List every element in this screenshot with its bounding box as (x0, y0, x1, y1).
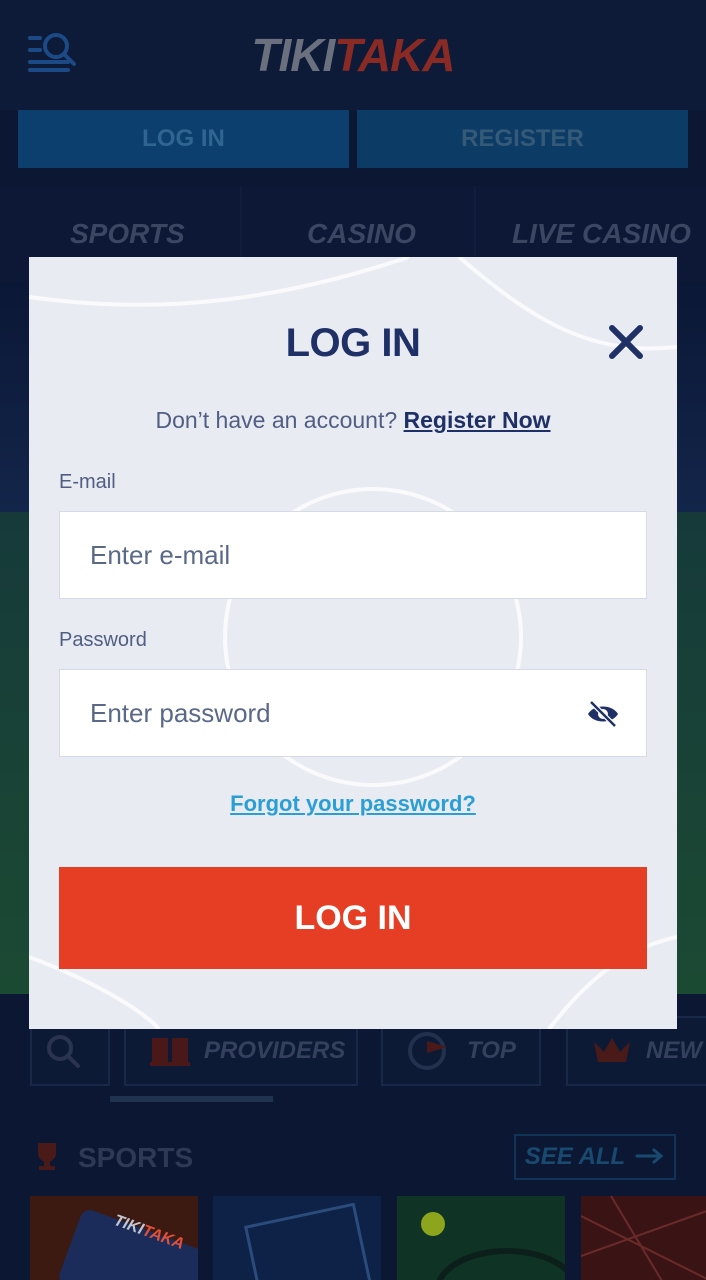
password-field-container (59, 669, 647, 757)
close-icon (609, 325, 643, 359)
email-label: E-mail (59, 471, 116, 493)
password-label: Password (59, 629, 147, 651)
forgot-password-link[interactable]: Forgot your password? (230, 791, 476, 816)
forgot-password-row: Forgot your password? (29, 791, 677, 817)
email-field[interactable] (60, 512, 646, 598)
register-prompt-text: Don’t have an account? (155, 407, 398, 433)
close-modal-button[interactable] (603, 319, 649, 365)
password-field[interactable] (60, 670, 646, 756)
register-prompt: Don’t have an account? Register Now (29, 407, 677, 434)
toggle-password-visibility-button[interactable] (586, 698, 620, 730)
email-field-container (59, 511, 647, 599)
login-submit-button[interactable]: LOG IN (59, 867, 647, 969)
login-modal: LOG IN Don’t have an account? Register N… (29, 257, 677, 1029)
modal-title: LOG IN (285, 321, 421, 365)
eye-slash-icon (588, 700, 618, 728)
register-now-link[interactable]: Register Now (404, 407, 551, 433)
